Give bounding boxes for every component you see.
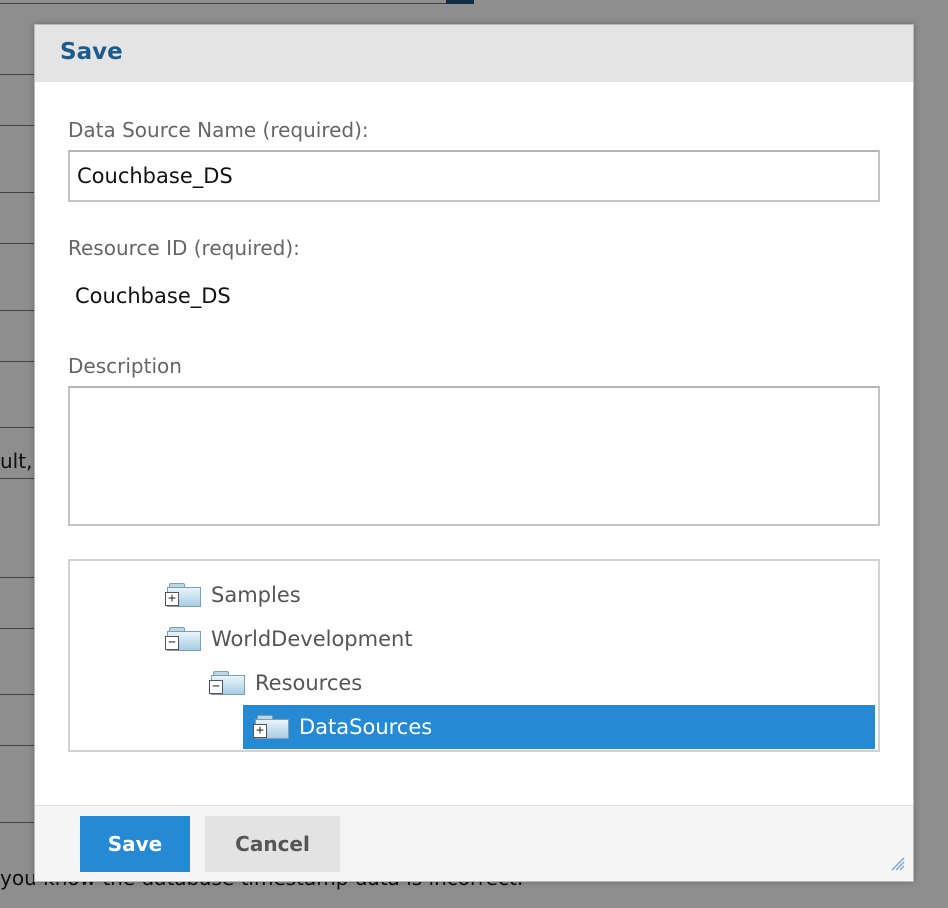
tree-item-resources[interactable]: − Resources	[209, 661, 362, 705]
tree-item-datasources[interactable]: + DataSources	[243, 705, 875, 749]
expand-toggle-icon[interactable]: +	[165, 592, 179, 606]
folder-icon: +	[253, 714, 291, 740]
dialog-footer: Save Cancel	[35, 806, 913, 881]
resize-grip-icon[interactable]	[889, 855, 905, 871]
description-textarea[interactable]	[68, 386, 880, 526]
tree-item-label: Samples	[211, 583, 301, 607]
collapse-toggle-icon[interactable]: −	[165, 636, 179, 650]
description-label: Description	[68, 354, 182, 378]
data-source-name-label: Data Source Name (required):	[68, 118, 369, 142]
resource-id-label: Resource ID (required):	[68, 236, 300, 260]
save-dialog: Save Data Source Name (required): Resour…	[34, 24, 914, 882]
folder-icon	[165, 561, 203, 565]
save-button[interactable]: Save	[80, 816, 190, 872]
resource-id-value: Couchbase_DS	[75, 284, 231, 308]
collapse-toggle-icon[interactable]: −	[209, 680, 223, 694]
dialog-header[interactable]: Save	[35, 25, 913, 82]
tree-item-worlddevelopment[interactable]: − WorldDevelopment	[165, 617, 413, 661]
data-source-name-input[interactable]	[68, 150, 880, 202]
dialog-title: Save	[60, 39, 123, 65]
expand-toggle-icon[interactable]: +	[253, 724, 267, 738]
repository-tree[interactable]: + Samples − WorldDevelopment − Resources…	[68, 559, 880, 752]
folder-icon: −	[209, 670, 247, 696]
tree-item-samples[interactable]: + Samples	[165, 573, 301, 617]
folder-icon: −	[165, 626, 203, 652]
folder-icon: +	[165, 582, 203, 608]
tree-item-label: WorldDevelopment	[211, 627, 413, 651]
cancel-button[interactable]: Cancel	[205, 816, 340, 872]
tree-item-label: DataSources	[299, 715, 433, 739]
tree-item-label: Resources	[255, 671, 363, 695]
